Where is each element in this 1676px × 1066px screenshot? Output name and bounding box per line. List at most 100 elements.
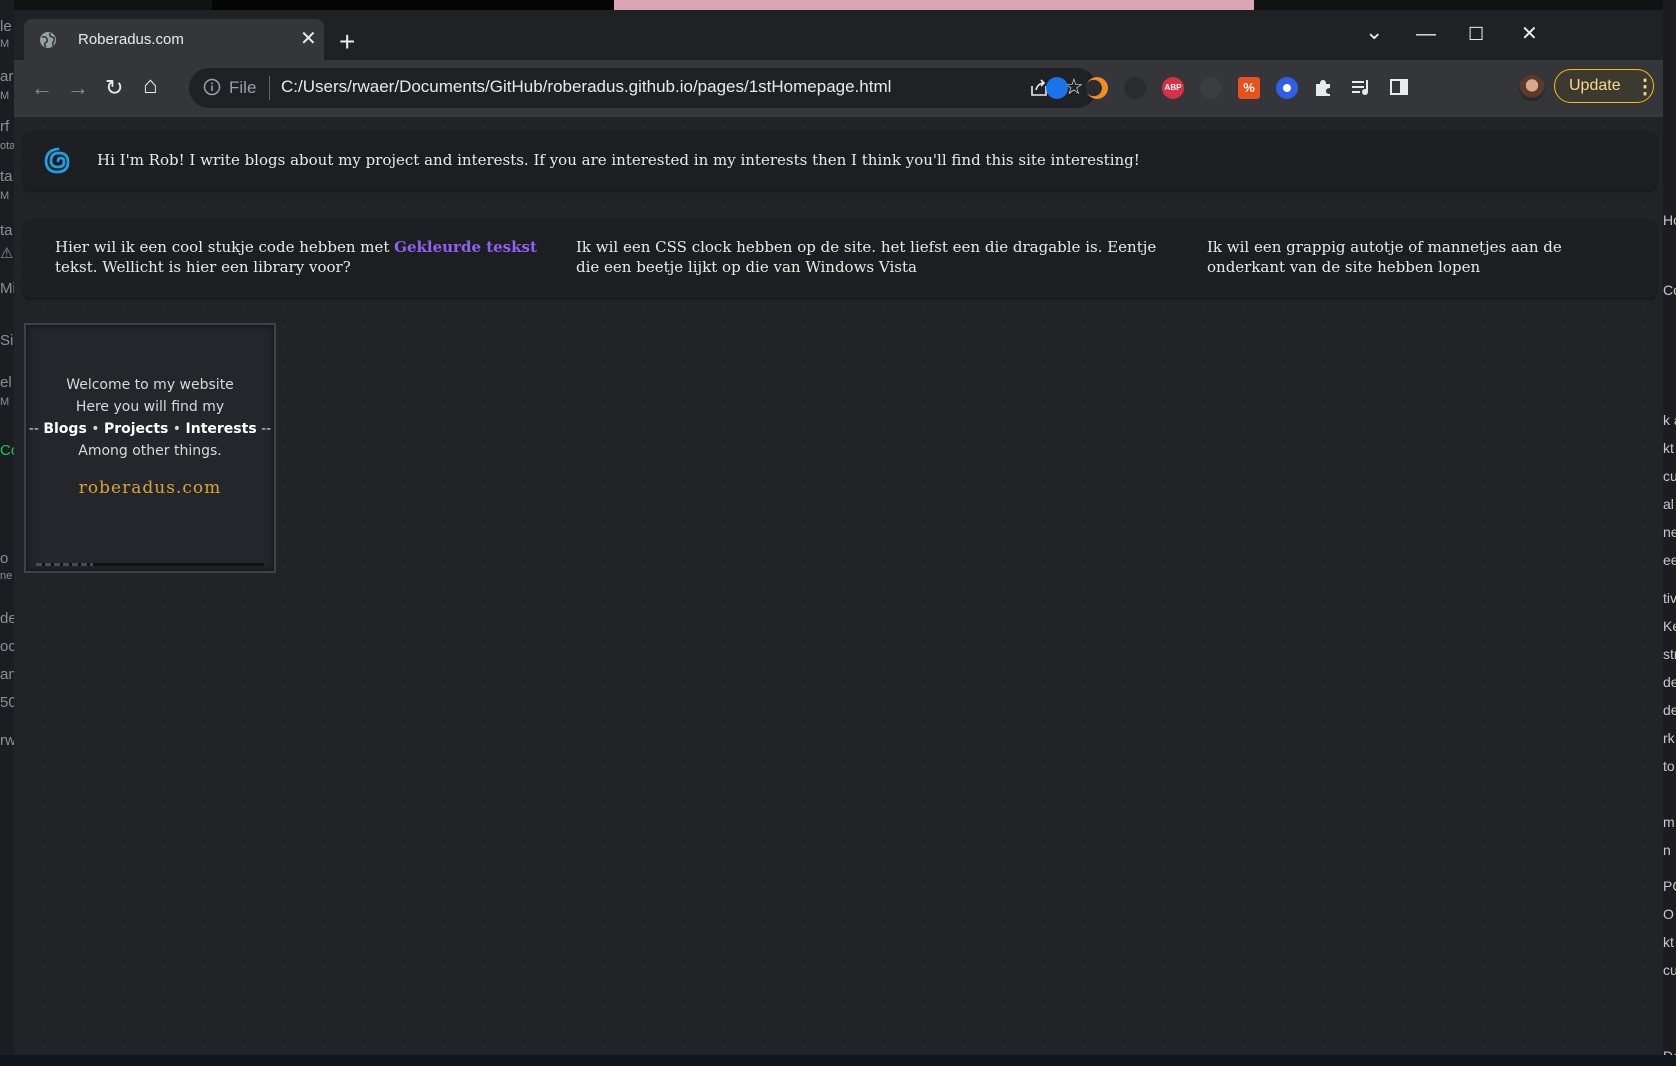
background-text-fragment: Co bbox=[1663, 282, 1676, 298]
welcome-line: Welcome to my website bbox=[66, 377, 234, 393]
background-text-fragment: am bbox=[0, 666, 14, 683]
background-text-fragment: ne bbox=[1663, 524, 1676, 540]
globe-icon bbox=[40, 32, 56, 48]
background-text-fragment: m bbox=[1663, 814, 1675, 830]
idea-colored-text: Hier wil ik een cool stukje code hebben … bbox=[55, 237, 555, 277]
extension-blue-icon[interactable] bbox=[1046, 77, 1068, 99]
topics-dash-right: -- bbox=[256, 421, 272, 437]
background-text-fragment: rk bbox=[1663, 730, 1675, 746]
background-text-fragment: M bbox=[0, 190, 10, 202]
background-text-fragment: M bbox=[0, 38, 10, 50]
extensions-puzzle-icon[interactable] bbox=[1312, 76, 1334, 98]
background-text-fragment: to bbox=[1663, 758, 1675, 774]
close-window-button[interactable]: ✕ bbox=[1521, 24, 1538, 44]
background-text-fragment: de bbox=[0, 610, 14, 627]
background-text-fragment: Ke bbox=[1663, 618, 1676, 634]
media-queue-icon[interactable] bbox=[1350, 76, 1372, 98]
idea-1-text-end: tekst. Wellicht is hier een library voor… bbox=[55, 258, 351, 276]
side-panel-icon[interactable] bbox=[1388, 76, 1410, 98]
background-text-fragment: rf bbox=[0, 118, 10, 135]
taskbar bbox=[0, 1055, 1676, 1066]
adblock-plus-icon[interactable]: ABP bbox=[1162, 77, 1184, 99]
background-text-fragment: oca bbox=[0, 638, 14, 655]
extension-dark-icon[interactable] bbox=[1124, 77, 1146, 99]
tab-close-icon[interactable]: ✕ bbox=[300, 29, 317, 49]
background-text-fragment: de bbox=[1663, 702, 1676, 718]
scheme-label: File bbox=[229, 78, 257, 97]
page-viewport: Hi I'm Rob! I write blogs about my proje… bbox=[14, 115, 1663, 1055]
tab-title: Roberadus.com bbox=[78, 31, 184, 48]
tab-search-icon[interactable]: ⌄ bbox=[1365, 21, 1383, 43]
colored-text-highlight: Gekleurde teskst bbox=[394, 238, 537, 256]
card-progress-fill bbox=[36, 563, 93, 566]
extension-grey-icon[interactable] bbox=[1200, 77, 1222, 99]
welcome-card: Welcome to my website Here you will find… bbox=[24, 323, 276, 573]
background-text-fragment: M bbox=[0, 396, 10, 408]
maximize-button[interactable]: ☐ bbox=[1468, 24, 1484, 44]
background-window-left: le Mar Mrf ota ta Mta ⚠ Mi Sis el M Co o ne de oca am 50 r… bbox=[0, 0, 14, 1066]
reload-button[interactable]: ↻ bbox=[105, 77, 123, 99]
background-text-fragment: ne bbox=[0, 570, 13, 582]
background-text-fragment: o bbox=[0, 550, 9, 567]
background-text-fragment: ar bbox=[0, 68, 14, 85]
background-text-fragment: ta bbox=[0, 168, 13, 185]
new-tab-button[interactable]: + bbox=[339, 28, 355, 56]
welcome-topics: -- Blogs • Projects • Interests -- bbox=[26, 421, 274, 437]
background-text-fragment: de bbox=[1663, 674, 1676, 690]
welcome-closing: Among other things. bbox=[78, 443, 222, 459]
back-button[interactable]: ← bbox=[31, 77, 53, 99]
extension-orange-moon-icon[interactable] bbox=[1086, 77, 1108, 99]
background-text-fragment: tiv bbox=[1663, 590, 1676, 606]
background-text-fragment: k a bbox=[1663, 412, 1676, 428]
background-text-fragment: ⚠ bbox=[0, 245, 14, 262]
background-text-fragment: kt bbox=[1663, 440, 1674, 456]
url-text[interactable]: C:/Users/rwaer/Documents/GitHub/roberadu… bbox=[281, 77, 891, 97]
welcome-subline: Here you will find my bbox=[75, 399, 225, 415]
topic-interests: Interests bbox=[185, 421, 257, 437]
idea-css-clock: Ik wil een CSS clock hebben op de site. … bbox=[576, 238, 1157, 276]
browser-toolbar: ← → ↻ ⌂ File C:/Users/rwaer/Documents/Gi… bbox=[14, 60, 1663, 115]
intro-text: Hi I'm Rob! I write blogs about my proje… bbox=[97, 151, 1140, 169]
background-text-fragment: 50 bbox=[0, 694, 14, 711]
topics-dash-left: -- bbox=[28, 421, 44, 437]
background-text-fragment: le bbox=[0, 18, 12, 35]
brand-name: roberadus.com bbox=[78, 478, 222, 498]
tab-strip: Roberadus.com ✕ + ⌄ — ☐ ✕ bbox=[14, 10, 1663, 60]
background-text-fragment: n bbox=[1663, 842, 1671, 858]
tab-roberadus[interactable]: Roberadus.com ✕ bbox=[24, 19, 324, 60]
background-window-pink-strip bbox=[614, 0, 1254, 10]
background-window-right: Ho Co k a kt cu al ne ee tiv Ke str de de rk to mn PC Okt… bbox=[1663, 0, 1676, 1066]
topic-projects: Projects bbox=[103, 421, 169, 437]
omnibox-divider bbox=[269, 76, 270, 100]
ideas-panel: Hier wil ik een cool stukje code hebben … bbox=[24, 220, 1656, 298]
background-text-fragment: ee bbox=[1663, 552, 1676, 568]
background-text-fragment: Sis bbox=[0, 332, 14, 349]
idea-walking-car: Ik wil een grappig autotje of mannetjes … bbox=[1207, 238, 1562, 276]
background-text-fragment: Mi bbox=[0, 280, 14, 297]
background-text-fragment: M bbox=[0, 90, 10, 102]
extension-percent-icon[interactable]: % bbox=[1238, 77, 1260, 99]
more-menu-icon[interactable]: ⋮ bbox=[1635, 74, 1655, 99]
info-icon[interactable] bbox=[203, 78, 221, 96]
home-button[interactable]: ⌂ bbox=[143, 74, 158, 98]
background-text-fragment: el bbox=[0, 374, 12, 391]
spiral-logo-icon bbox=[44, 147, 70, 174]
extension-target-icon[interactable] bbox=[1276, 77, 1298, 99]
topic-blogs: Blogs bbox=[43, 421, 87, 437]
minimize-button[interactable]: — bbox=[1416, 24, 1436, 44]
address-bar[interactable]: File C:/Users/rwaer/Documents/GitHub/rob… bbox=[189, 68, 1097, 108]
profile-avatar[interactable] bbox=[1519, 75, 1545, 101]
background-text-fragment: ta bbox=[0, 222, 13, 239]
topic-bullet: • bbox=[168, 421, 186, 437]
background-text-fragment: ota bbox=[0, 140, 14, 152]
update-label: Update bbox=[1569, 77, 1621, 94]
browser-window: Roberadus.com ✕ + ⌄ — ☐ ✕ ← → ↻ ⌂ File C… bbox=[14, 10, 1663, 1055]
background-text-fragment: cu bbox=[1663, 962, 1676, 978]
background-text-fragment: Co bbox=[0, 442, 14, 459]
forward-button[interactable]: → bbox=[67, 77, 89, 99]
background-text-fragment: Ho bbox=[1663, 212, 1676, 228]
update-button[interactable]: Update ⋮ bbox=[1554, 69, 1655, 103]
idea-1-text-start: Hier wil ik een cool stukje code hebben … bbox=[55, 238, 395, 256]
background-text-fragment: cu bbox=[1663, 468, 1676, 484]
background-text-fragment: kt bbox=[1663, 934, 1674, 950]
